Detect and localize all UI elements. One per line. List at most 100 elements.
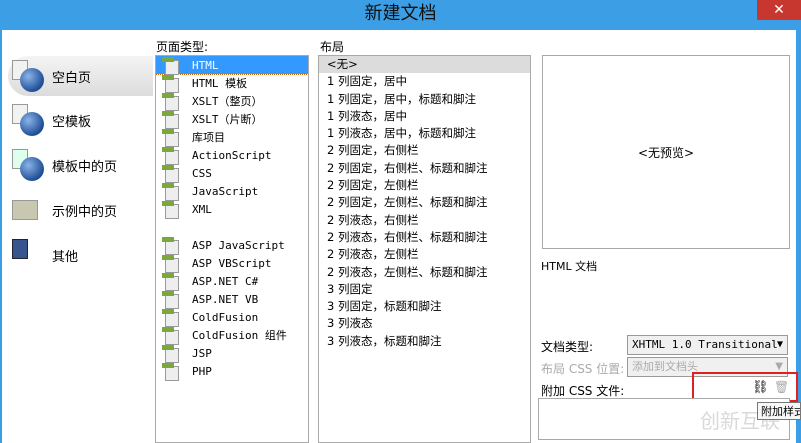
layout-item[interactable]: 2 列液态，右侧栏	[319, 212, 530, 229]
page-type-item[interactable]: ASP.NET VB	[156, 290, 308, 309]
page-type-label: HTML	[192, 58, 219, 72]
page-type-item	[156, 218, 308, 236]
layout-item[interactable]: 2 列液态，左侧栏	[319, 246, 530, 263]
blank-page-icon	[8, 60, 44, 92]
page-type-item[interactable]: ASP JavaScript	[156, 236, 308, 255]
document-icon	[162, 93, 180, 111]
page-type-label: ASP JavaScript	[192, 238, 285, 252]
layout-item[interactable]: 1 列固定，居中，标题和脚注	[319, 91, 530, 108]
page-type-item[interactable]: XSLT（片断）	[156, 110, 308, 129]
page-type-label: PHP	[192, 364, 212, 378]
layout-css-value: 添加到文档头	[632, 360, 698, 373]
layout-item[interactable]: 1 列固定，居中	[319, 73, 530, 90]
page-type-item[interactable]: XSLT（整页）	[156, 92, 308, 111]
category-label: 其他	[52, 249, 79, 265]
preview-text: <无预览>	[637, 145, 695, 160]
page-type-item[interactable]: ASP VBScript	[156, 254, 308, 273]
document-icon	[162, 183, 180, 201]
layout-css-label: 布局 CSS 位置:	[541, 362, 625, 376]
layout-item[interactable]: 3 列液态，标题和脚注	[319, 333, 530, 350]
page-type-label: JSP	[192, 346, 212, 360]
document-icon	[162, 345, 180, 363]
document-icon	[162, 147, 180, 165]
document-icon	[162, 129, 180, 147]
page-type-item[interactable]: ASP.NET C#	[156, 272, 308, 291]
layout-label: 布局	[320, 40, 345, 54]
document-icon	[162, 255, 180, 273]
document-icon	[162, 291, 180, 309]
page-type-label: JavaScript	[192, 184, 259, 198]
page-type-item[interactable]: JSP	[156, 344, 308, 363]
layout-item[interactable]: 1 列液态，居中，标题和脚注	[319, 125, 530, 142]
page-type-label: ActionScript	[192, 148, 272, 162]
page-type-item[interactable]: ActionScript	[156, 146, 308, 165]
layout-item[interactable]: 2 列固定，右侧栏	[319, 142, 530, 159]
category-blank-page[interactable]: 空白页	[8, 56, 153, 96]
layout-item[interactable]: 2 列固定，右侧栏、标题和脚注	[319, 160, 530, 177]
layout-item[interactable]: 3 列液态	[319, 315, 530, 332]
page-type-item[interactable]: PHP	[156, 362, 308, 381]
title-bar: 新建文档	[0, 0, 801, 30]
layout-item[interactable]: 3 列固定	[319, 281, 530, 298]
page-type-label: ColdFusion 组件	[192, 329, 287, 342]
category-label: 示例中的页	[52, 204, 118, 220]
window-border	[0, 30, 2, 443]
document-icon	[162, 75, 180, 93]
preview-description: HTML 文档	[541, 260, 598, 273]
chevron-down-icon: ▼	[776, 339, 783, 350]
template-page-icon	[8, 149, 44, 181]
layout-item[interactable]: 1 列液态，居中	[319, 108, 530, 125]
tooltip: 附加样式	[757, 402, 801, 420]
page-type-label: XML	[192, 202, 212, 216]
blank-template-icon	[8, 104, 44, 136]
page-type-item[interactable]: ColdFusion 组件	[156, 326, 308, 345]
layout-item[interactable]: 2 列液态，左侧栏、标题和脚注	[319, 264, 530, 281]
dialog-title: 新建文档	[364, 3, 437, 24]
category-label: 空模板	[52, 114, 92, 130]
page-type-label: XSLT（整页）	[192, 95, 263, 108]
category-page-from-sample[interactable]: 示例中的页	[8, 190, 153, 230]
layout-item[interactable]: <无>	[319, 56, 530, 74]
page-type-item[interactable]: XML	[156, 200, 308, 219]
page-type-item[interactable]: ColdFusion	[156, 308, 308, 327]
document-icon	[162, 327, 180, 345]
category-blank-template[interactable]: 空模板	[8, 100, 153, 140]
doctype-select[interactable]: XHTML 1.0 Transitional ▼	[627, 335, 788, 355]
page-type-label: ASP VBScript	[192, 256, 272, 270]
page-type-item[interactable]: 库项目	[156, 128, 308, 147]
page-type-label: ASP.NET VB	[192, 292, 259, 306]
page-type-item[interactable]: JavaScript	[156, 182, 308, 201]
layout-item[interactable]: 3 列固定，标题和脚注	[319, 298, 530, 315]
close-button[interactable]: ✕	[757, 0, 801, 20]
preview-pane: <无预览>	[542, 55, 790, 249]
page-type-item[interactable]: CSS	[156, 164, 308, 183]
page-type-item[interactable]: HTML	[156, 56, 308, 75]
page-type-label: ASP.NET C#	[192, 274, 259, 288]
category-page-from-template[interactable]: 模板中的页	[8, 145, 153, 185]
document-icon	[162, 165, 180, 183]
page-type-label: CSS	[192, 166, 212, 180]
doctype-label: 文档类型:	[541, 340, 594, 354]
document-icon	[162, 201, 180, 219]
document-icon	[162, 237, 180, 255]
layout-item[interactable]: 2 列液态，右侧栏、标题和脚注	[319, 229, 530, 246]
doctype-value: XHTML 1.0 Transitional	[632, 338, 778, 351]
category-other[interactable]: 其他	[8, 235, 153, 275]
document-icon	[162, 111, 180, 129]
layout-item[interactable]: 2 列固定，左侧栏、标题和脚注	[319, 194, 530, 211]
category-label: 空白页	[52, 70, 92, 86]
page-type-list[interactable]: HTML HTML 模板 XSLT（整页） XSLT（片断） 库项目 ActionScri…	[155, 55, 309, 443]
page-type-label: 库项目	[192, 131, 225, 144]
page-type-label: HTML 模板	[192, 77, 248, 90]
other-icon	[8, 239, 44, 271]
layout-item[interactable]: 2 列固定，左侧栏	[319, 177, 530, 194]
layout-list[interactable]: <无> 1 列固定，居中 1 列固定，居中，标题和脚注 1 列液态，居中 1 列液态，居…	[318, 55, 531, 443]
document-icon	[162, 273, 180, 291]
category-label: 模板中的页	[52, 159, 118, 175]
document-icon	[162, 363, 180, 381]
page-type-item[interactable]: HTML 模板	[156, 74, 308, 93]
page-type-label: 页面类型:	[156, 40, 209, 54]
sample-page-icon	[8, 194, 44, 226]
document-icon	[162, 57, 180, 75]
page-type-label: ColdFusion	[192, 310, 259, 324]
